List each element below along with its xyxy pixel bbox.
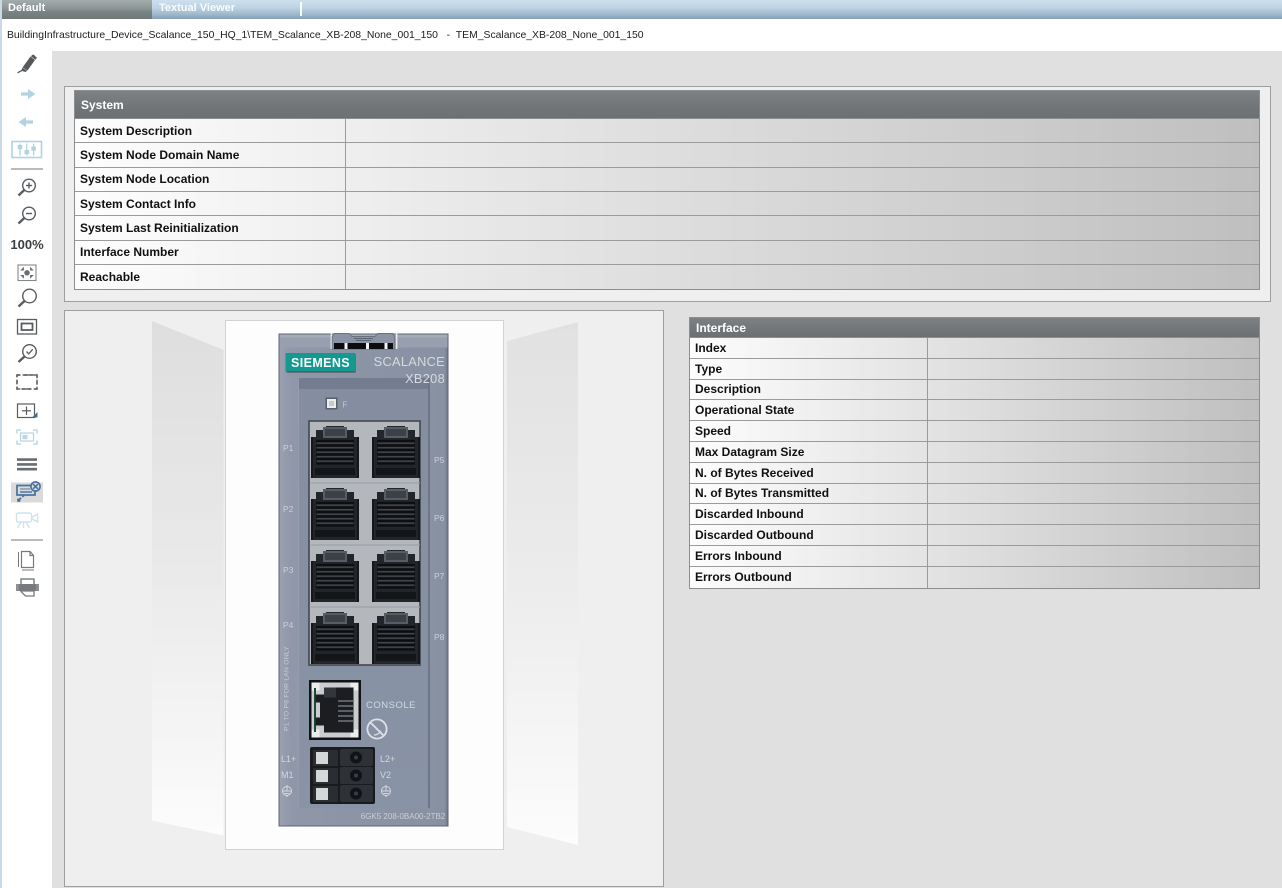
svg-text:P4: P4 xyxy=(283,620,294,630)
svg-text:L1+: L1+ xyxy=(281,754,296,764)
svg-text:XB208: XB208 xyxy=(405,371,445,386)
svg-text:F: F xyxy=(343,401,348,410)
svg-text:100%: 100% xyxy=(10,237,44,252)
svg-text:6GK5 208-0BA00-2TB2: 6GK5 208-0BA00-2TB2 xyxy=(361,812,446,821)
svg-text:L2+: L2+ xyxy=(380,754,395,764)
svg-text:V2: V2 xyxy=(380,770,391,780)
svg-text:SCALANCE: SCALANCE xyxy=(374,354,445,369)
svg-text:P6: P6 xyxy=(434,513,445,523)
svg-text:P3: P3 xyxy=(283,565,294,575)
svg-text:P5: P5 xyxy=(434,455,445,465)
svg-text:P1 TO P8 FOR LAN ONLY: P1 TO P8 FOR LAN ONLY xyxy=(284,646,291,731)
svg-text:P2: P2 xyxy=(283,504,294,514)
svg-text:SIEMENS: SIEMENS xyxy=(291,356,350,370)
svg-text:P8: P8 xyxy=(434,632,445,642)
svg-text:P7: P7 xyxy=(434,571,445,581)
svg-text:M1: M1 xyxy=(281,770,294,780)
svg-text:P1: P1 xyxy=(283,443,294,453)
svg-text:CONSOLE: CONSOLE xyxy=(366,700,416,711)
